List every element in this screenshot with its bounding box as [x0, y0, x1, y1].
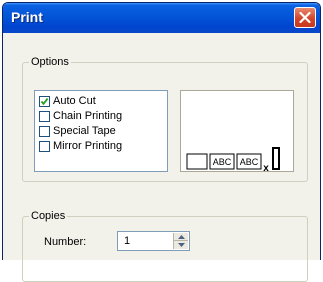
copies-number-value[interactable]: 1	[124, 235, 130, 247]
special-tape-label: Special Tape	[53, 125, 116, 137]
arrow-down-icon	[178, 243, 185, 247]
increment-button[interactable]	[173, 233, 188, 241]
check-icon	[40, 98, 49, 106]
cut-preview: ABC ABC x	[180, 90, 294, 174]
tape-preview-drawing: ABC ABC x	[186, 147, 280, 174]
arrow-up-icon	[178, 235, 185, 239]
dialog-title: Print	[11, 9, 43, 25]
tape-end-bar	[272, 147, 280, 170]
special-tape-checkbox[interactable]: Special Tape	[39, 125, 116, 138]
checkbox-box	[39, 126, 50, 137]
copies-legend: Copies	[31, 210, 66, 222]
auto-cut-label: Auto Cut	[53, 95, 96, 107]
checkbox-box	[39, 141, 50, 152]
auto-cut-checkbox[interactable]: Auto Cut	[39, 95, 96, 108]
spin-buttons	[173, 233, 188, 249]
options-checklist: Auto Cut Chain Printing Special Tape Mir…	[34, 90, 168, 172]
mirror-printing-label: Mirror Printing	[53, 140, 123, 152]
tape-segment-1-text: ABC	[213, 157, 232, 167]
tape-segment-2-text: ABC	[240, 157, 259, 167]
checkbox-box	[39, 96, 50, 107]
cut-mark: x	[263, 163, 269, 171]
close-icon	[299, 12, 311, 23]
mirror-printing-checkbox[interactable]: Mirror Printing	[39, 140, 122, 153]
options-legend: Options	[31, 56, 69, 68]
chain-printing-label: Chain Printing	[53, 110, 123, 122]
copies-number-stepper[interactable]: 1	[117, 231, 190, 251]
tape-leader-box	[186, 153, 208, 170]
title-bar[interactable]: Print	[3, 3, 320, 33]
number-label: Number:	[44, 236, 87, 248]
checkbox-box	[39, 111, 50, 122]
close-button[interactable]	[294, 7, 316, 28]
chain-printing-checkbox[interactable]: Chain Printing	[39, 110, 122, 123]
decrement-button[interactable]	[173, 241, 188, 249]
